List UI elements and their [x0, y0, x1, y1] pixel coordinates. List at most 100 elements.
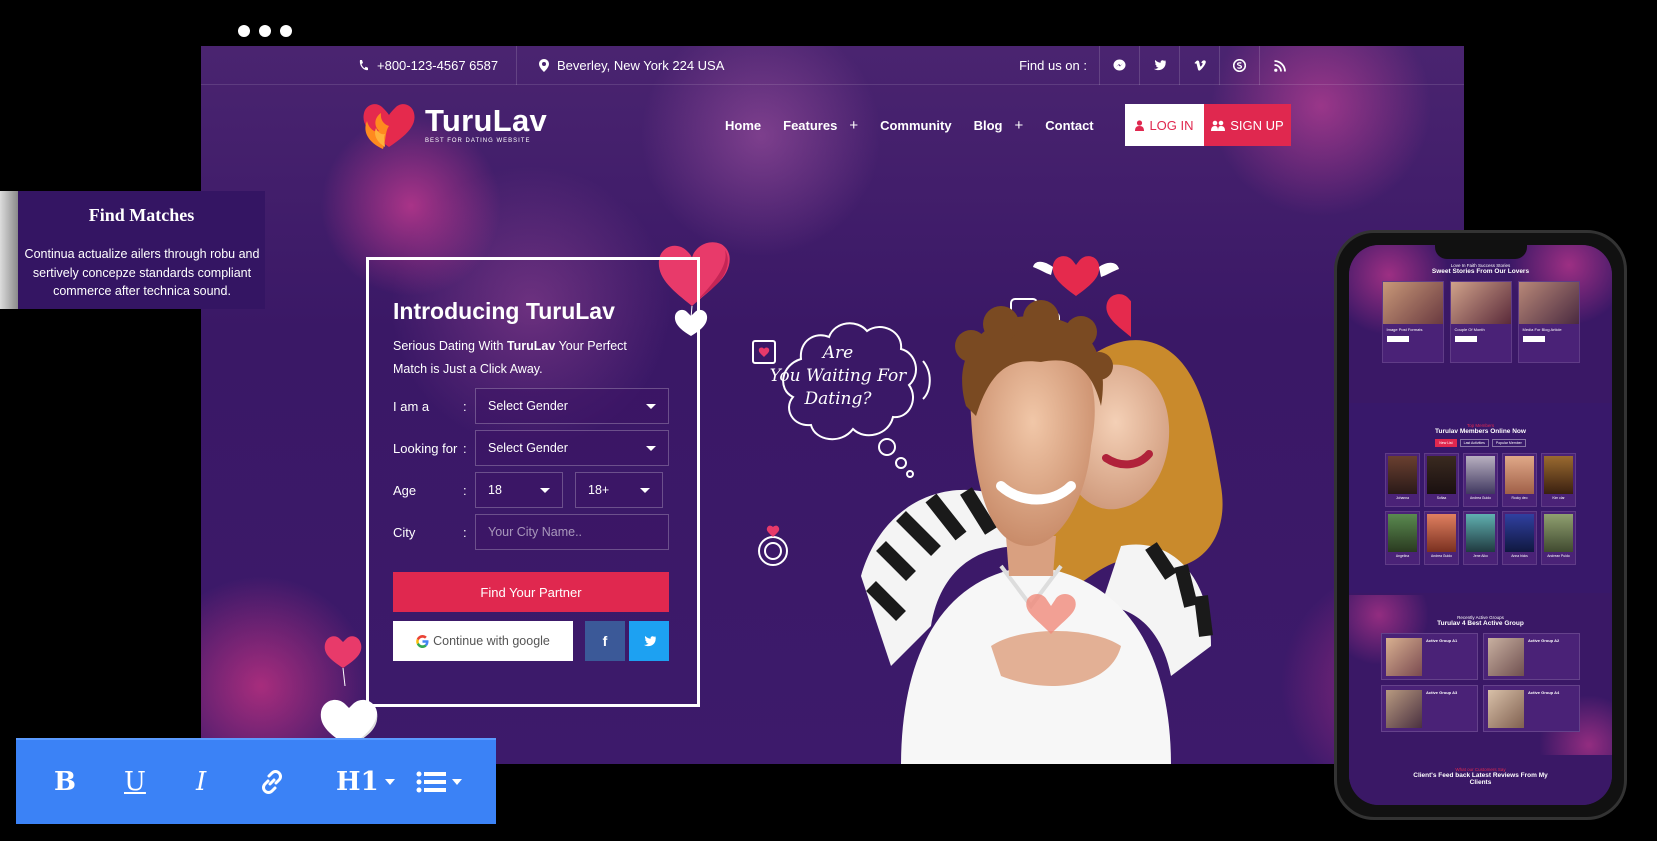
find-partner-button[interactable]: Find Your Partner [393, 572, 669, 612]
member-tab[interactable]: Popular Member [1491, 439, 1526, 447]
skype-icon[interactable] [1219, 46, 1259, 85]
phone-notch [1435, 245, 1527, 259]
member-card[interactable]: Andrea Guido [1463, 453, 1498, 507]
heading-button[interactable]: H1 [336, 740, 395, 824]
member-card[interactable]: Andrean Puido [1541, 511, 1576, 565]
member-tab[interactable]: Last Activities [1459, 439, 1489, 447]
find-matches-title: Find Matches [88, 205, 195, 225]
member-photo [1466, 456, 1495, 494]
read-more-button[interactable] [1522, 336, 1545, 342]
stories-section: Love In Faith Success Stories Sweet Stor… [1349, 245, 1612, 400]
group-card[interactable]: Active Group A1 [1381, 633, 1478, 680]
login-label: LOG IN [1149, 117, 1194, 133]
list-button[interactable] [416, 740, 462, 824]
member-card[interactable]: Angelina [1385, 511, 1420, 565]
group-title: Active Group A3 [1426, 690, 1458, 695]
member-photo [1544, 456, 1573, 494]
member-photo [1466, 514, 1495, 552]
bold-button[interactable]: B [54, 740, 76, 824]
brand-tagline: BEST FOR DATING WEBSITE [425, 137, 531, 144]
member-card[interactable]: Jene Aiko [1463, 511, 1498, 565]
member-card[interactable]: Rocky deo [1502, 453, 1537, 507]
window-dots [238, 25, 292, 37]
members-grid: Johanna Sofiaa Andrea Guido Rocky deo Ki… [1349, 453, 1612, 565]
age-from-select[interactable]: 18 [475, 472, 563, 508]
member-name: Andrea Guido [1470, 496, 1491, 500]
phone-screen: Love In Faith Success Stories Sweet Stor… [1349, 245, 1612, 805]
caret-down-icon [384, 779, 395, 785]
member-tab[interactable]: New List [1435, 439, 1457, 447]
groups-title: Turulav 4 Best Active Group [1437, 620, 1524, 627]
member-card[interactable]: Anna hicks [1502, 511, 1537, 565]
nav-label: Blog [973, 117, 1003, 133]
age-to-select[interactable]: 18+ [575, 472, 663, 508]
google-login-button[interactable]: Continue with google [393, 621, 573, 661]
gender-row: I am a : Select Gender [393, 388, 669, 424]
google-label: Continue with google [433, 634, 550, 648]
button-label: Find Your Partner [480, 584, 582, 600]
story-title: Couple Of Month [1454, 327, 1485, 332]
nav-label: Contact [1045, 117, 1094, 133]
phone-icon [359, 60, 368, 71]
messenger-icon[interactable] [1099, 46, 1139, 85]
plus-icon: + [849, 116, 859, 134]
twitter-icon[interactable] [1139, 46, 1179, 85]
member-card[interactable]: Kim clar [1541, 453, 1576, 507]
nav-item-blog[interactable]: Blog + [974, 117, 1024, 134]
vimeo-icon[interactable] [1179, 46, 1219, 85]
member-photo [1388, 514, 1417, 552]
login-button[interactable]: LOG IN [1125, 104, 1204, 146]
city-input[interactable]: Your City Name.. [475, 514, 669, 550]
story-image [1450, 282, 1511, 324]
nav-item-contact[interactable]: Contact [1045, 118, 1093, 133]
caret-down-icon [640, 487, 650, 493]
subtitle-part: Serious Dating With [393, 339, 507, 353]
gender-select[interactable]: Select Gender [475, 388, 669, 424]
underline-button[interactable]: U [124, 740, 146, 824]
address-text: Beverley, New York 224 USA [557, 58, 725, 73]
group-card[interactable]: Active Group A3 [1381, 685, 1478, 732]
phone-contact[interactable]: +800-123-4567 6587 [358, 46, 498, 85]
italic-button[interactable]: I [196, 740, 206, 824]
member-photo [1544, 514, 1573, 552]
read-more-button[interactable] [1386, 336, 1409, 342]
nav-item-home[interactable]: Home [725, 118, 761, 133]
member-card[interactable]: Johanna [1385, 453, 1420, 507]
group-title: Active Group A4 [1528, 690, 1560, 695]
select-value: Select Gender [488, 441, 568, 455]
story-title: Media For Blog Article [1522, 327, 1562, 332]
logo[interactable]: TuruLav BEST FOR DATING WEBSITE [359, 97, 547, 151]
link-button[interactable] [259, 740, 285, 824]
topbar-divider [516, 46, 517, 85]
group-title: Active Group A1 [1426, 638, 1458, 643]
group-card[interactable]: Active Group A4 [1483, 685, 1580, 732]
member-card[interactable]: Sofiaa [1424, 453, 1459, 507]
member-card[interactable]: Andrea Guido [1424, 511, 1459, 565]
colon: : [463, 524, 467, 540]
brand-name: TuruLav [425, 102, 548, 138]
looking-for-select[interactable]: Select Gender [475, 430, 669, 466]
group-photo [1488, 638, 1524, 676]
heading-icon: H1 [336, 767, 379, 797]
read-more-button[interactable] [1454, 336, 1477, 342]
story-image [1518, 282, 1579, 324]
member-photo [1505, 514, 1534, 552]
nav-item-features[interactable]: Features + [783, 117, 858, 134]
nav-item-community[interactable]: Community [880, 118, 952, 133]
map-pin-icon [539, 59, 549, 72]
colon: : [463, 398, 467, 414]
signup-button[interactable]: SIGN UP [1204, 104, 1291, 146]
rss-icon[interactable] [1259, 46, 1299, 85]
facebook-button[interactable]: f [585, 621, 625, 661]
group-card[interactable]: Active Group A2 [1483, 633, 1580, 680]
story-card[interactable]: Media For Blog Article [1517, 281, 1580, 363]
find-matches-card: Find Matches Continua actualize ailers t… [0, 191, 265, 309]
group-photo [1488, 690, 1524, 728]
select-value: 18+ [588, 483, 610, 497]
story-card[interactable]: Couple Of Month [1449, 281, 1512, 363]
select-value: Select Gender [488, 399, 568, 413]
form-subtitle: Serious Dating With TuruLav Your Perfect… [393, 335, 633, 381]
website-preview: +800-123-4567 6587 Beverley, New York 22… [201, 46, 1464, 764]
story-card[interactable]: Image Post Formats [1381, 281, 1444, 363]
twitter-button[interactable] [629, 621, 669, 661]
